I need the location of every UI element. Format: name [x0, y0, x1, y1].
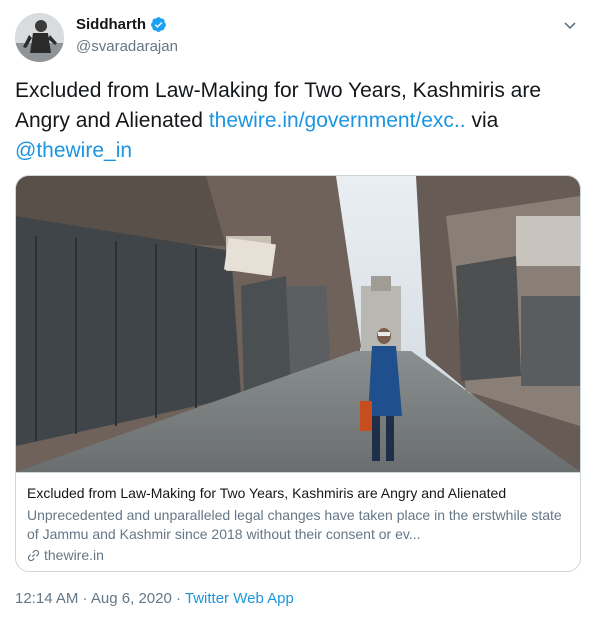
card-image[interactable] — [16, 176, 580, 472]
card-body: Excluded from Law-Making for Two Years, … — [16, 472, 580, 571]
tweet-time[interactable]: 12:14 AM — [15, 590, 78, 607]
tweet-text: Excluded from Law-Making for Two Years, … — [15, 76, 575, 166]
tweet-mention[interactable]: @thewire_in — [15, 139, 132, 162]
author-name[interactable]: Siddharth — [76, 16, 146, 33]
tweet-link[interactable]: thewire.in/government/exc.. — [209, 109, 466, 132]
avatar[interactable] — [15, 13, 64, 62]
tweet-header: Siddharth @svaradarajan — [15, 13, 578, 63]
link-card[interactable]: Excluded from Law-Making for Two Years, … — [15, 175, 581, 572]
tweet-date[interactable]: Aug 6, 2020 — [91, 590, 172, 607]
avatar-image — [15, 13, 64, 62]
link-icon — [27, 549, 40, 562]
card-title: Excluded from Law-Making for Two Years, … — [27, 485, 507, 501]
tweet-via-text: via — [465, 109, 499, 132]
name-row: Siddharth — [76, 16, 167, 33]
card-domain-text: thewire.in — [44, 547, 104, 563]
author-handle[interactable]: @svaradarajan — [76, 38, 178, 55]
street-photo — [16, 176, 580, 472]
card-domain: thewire.in — [27, 547, 104, 563]
chevron-down-icon[interactable] — [562, 17, 578, 33]
tweet-meta: 12:14 AM · Aug 6, 2020 · Twitter Web App — [15, 590, 294, 607]
tweet: Siddharth @svaradarajan Excluded from La… — [0, 0, 590, 627]
meta-separator-2: · — [171, 590, 185, 607]
verified-badge-icon — [150, 16, 167, 33]
meta-separator: · — [78, 590, 91, 607]
tweet-source[interactable]: Twitter Web App — [185, 590, 294, 607]
card-description: Unprecedented and unparalleled legal cha… — [27, 507, 562, 542]
